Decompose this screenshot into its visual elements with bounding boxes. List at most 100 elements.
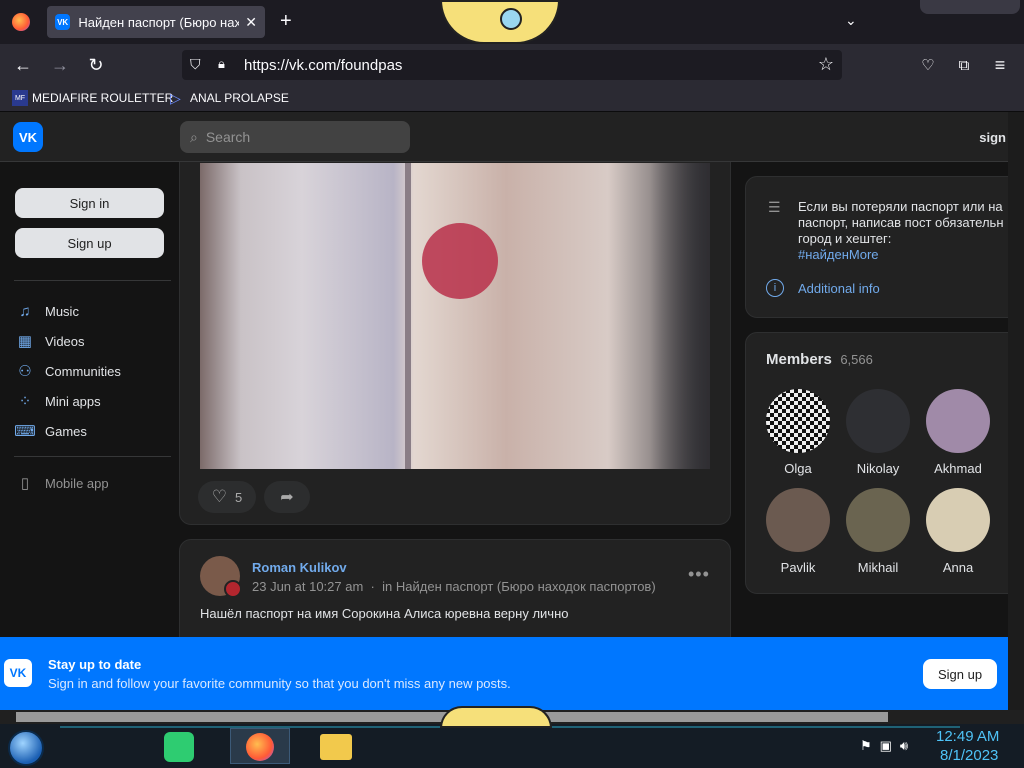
back-arrow-icon[interactable]: ←: [10, 52, 36, 78]
window-controls: [920, 0, 1020, 14]
banner-signup-button[interactable]: Sign up: [923, 659, 997, 689]
additional-info-link[interactable]: Additional info: [798, 281, 880, 296]
avatar: [846, 488, 910, 552]
post-photo[interactable]: [200, 163, 710, 469]
vk-logo[interactable]: VK: [13, 122, 43, 152]
member-item[interactable]: Mikhail: [838, 488, 918, 575]
lock-icon[interactable]: 🔒︎: [218, 56, 225, 72]
search-input[interactable]: ⌕ Search: [180, 121, 410, 153]
banner-subtitle: Sign in and follow your favorite communi…: [48, 676, 511, 691]
sidebar-item-games[interactable]: ⌨ Games: [14, 422, 87, 440]
close-tab-icon[interactable]: ✕: [245, 14, 257, 31]
divider: [14, 456, 171, 457]
tray-icons[interactable]: ⚑▣🔊︎: [860, 738, 916, 754]
search-placeholder: Search: [205, 129, 251, 145]
share-button[interactable]: ➦: [264, 481, 310, 513]
vk-page: Sign in Sign up ♫ Music ▦ Videos ⚇ Commu…: [0, 162, 1008, 710]
start-button[interactable]: [8, 730, 44, 766]
vk-header: VK ⌕ Search sign: [0, 112, 1008, 162]
tab-active[interactable]: VK Найден паспорт (Бюро находо ✕: [47, 6, 265, 38]
description-icon: ☰: [768, 199, 781, 215]
notes-app-icon[interactable]: [164, 732, 194, 762]
vk-logo: VK: [4, 659, 32, 687]
member-name: Nikolay: [856, 461, 900, 476]
shield-icon[interactable]: ⛉: [190, 56, 201, 73]
games-icon: ⌨: [14, 423, 36, 440]
extensions-icon[interactable]: ⧉: [951, 52, 977, 78]
avatar: [846, 389, 910, 453]
bookmark-second[interactable]: ▷ ANAL PROLAPSE: [170, 90, 289, 106]
pocket-icon[interactable]: ♡: [915, 52, 941, 78]
page-scrollbar[interactable]: [1008, 112, 1024, 710]
clock-time[interactable]: 12:49 AM: [936, 728, 999, 745]
member-item[interactable]: Olga: [758, 389, 838, 476]
mini-apps-icon: ⁘: [18, 393, 32, 410]
like-button[interactable]: ♡ 5: [198, 481, 256, 513]
bookmark-star-icon[interactable]: ☆: [818, 54, 834, 75]
avatar: [926, 389, 990, 453]
members-count: 6,566: [840, 352, 873, 367]
bookmark-label: MEDIAFIRE ROULETTER: [32, 91, 174, 105]
search-icon: ⌕: [190, 128, 198, 145]
menu-label: Music: [45, 303, 79, 319]
meta-separator: ·: [370, 579, 375, 594]
url-bar[interactable]: ⛉ 🔒︎ https://vk.com/foundpas ☆: [182, 50, 842, 80]
banner-title: Stay up to date: [48, 657, 142, 672]
menu-label: Mini apps: [45, 393, 101, 409]
avatar: [766, 488, 830, 552]
member-item[interactable]: Pavlik: [758, 488, 838, 575]
avatar: [926, 488, 990, 552]
new-tab-button[interactable]: +: [280, 10, 292, 33]
reload-icon[interactable]: ↻: [83, 52, 109, 78]
menu-label: Mobile app: [45, 475, 109, 491]
info-line: город и хештег:: [798, 231, 892, 246]
members-header[interactable]: Members 6,566: [766, 351, 873, 369]
app-menu-icon[interactable]: ≡: [987, 52, 1013, 78]
more-options-icon[interactable]: •••: [688, 564, 710, 585]
sidebar-item-communities[interactable]: ⚇ Communities: [16, 362, 121, 380]
sign-in-button[interactable]: Sign in: [15, 188, 164, 218]
badge-icon: [224, 580, 242, 598]
communities-icon: ⚇: [18, 363, 32, 380]
sidebar-item-videos[interactable]: ▦ Videos: [16, 332, 85, 350]
heart-icon: ♡: [211, 487, 227, 506]
taskbar-deco: [60, 726, 960, 766]
browser-nav-bar: ← → ↻ ⛉ 🔒︎ https://vk.com/foundpas ☆ ♡ ⧉…: [0, 44, 1024, 86]
post-community[interactable]: Найден паспорт (Бюро находок паспортов): [396, 579, 656, 594]
bookmark-mediafire[interactable]: MF MEDIAFIRE ROULETTER: [12, 90, 173, 106]
sidebar-item-mini-apps[interactable]: ⁘ Mini apps: [16, 392, 101, 410]
forward-arrow-icon[interactable]: →: [47, 52, 73, 78]
info-icon: i: [766, 279, 784, 297]
post-author[interactable]: Roman Kulikov: [252, 560, 347, 575]
post-card: ♡ 5 ➦: [179, 162, 731, 525]
hashtag-link[interactable]: #найденMore: [798, 247, 1004, 263]
info-line: Если вы потеряли паспорт или на: [798, 199, 1003, 214]
url-text: https://vk.com/foundpas: [244, 56, 403, 74]
firefox-menu-icon[interactable]: [12, 13, 30, 31]
bookmarks-toolbar: MF MEDIAFIRE ROULETTER ▷ ANAL PROLAPSE: [0, 86, 1024, 112]
header-sign-in-link[interactable]: sign: [979, 130, 1006, 145]
info-line: паспорт, написав пост обязательн: [798, 215, 1004, 230]
tab-title: Найден паспорт (Бюро находо: [78, 14, 240, 30]
clock-date[interactable]: 8/1/2023: [940, 747, 998, 764]
member-item[interactable]: Akhmad: [918, 389, 998, 476]
video-icon: ▦: [17, 333, 33, 350]
menu-label: Games: [45, 423, 87, 439]
photo-edge-dark: [650, 163, 710, 469]
post-meta: 23 Jun at 10:27 am · in Найден паспорт (…: [252, 579, 656, 594]
sign-up-button[interactable]: Sign up: [15, 228, 164, 258]
member-name: Olga: [784, 461, 812, 476]
member-item[interactable]: Anna: [918, 488, 998, 575]
sidebar-item-mobile-app[interactable]: ▯ Mobile app: [16, 474, 109, 492]
member-item[interactable]: Nikolay: [838, 389, 918, 476]
list-tabs-chevron-icon[interactable]: ⌄: [845, 12, 857, 29]
file-explorer-icon[interactable]: [320, 734, 352, 760]
member-name: Mikhail: [857, 560, 899, 575]
divider: [14, 280, 171, 281]
mascot-sticker: [440, 706, 552, 728]
menu-label: Communities: [45, 363, 121, 379]
phone-icon: ▯: [20, 475, 30, 492]
firefox-taskbar-icon[interactable]: [230, 728, 290, 764]
sidebar-item-music[interactable]: ♫ Music: [16, 302, 79, 320]
post-date[interactable]: 23 Jun at 10:27 am: [252, 579, 363, 594]
